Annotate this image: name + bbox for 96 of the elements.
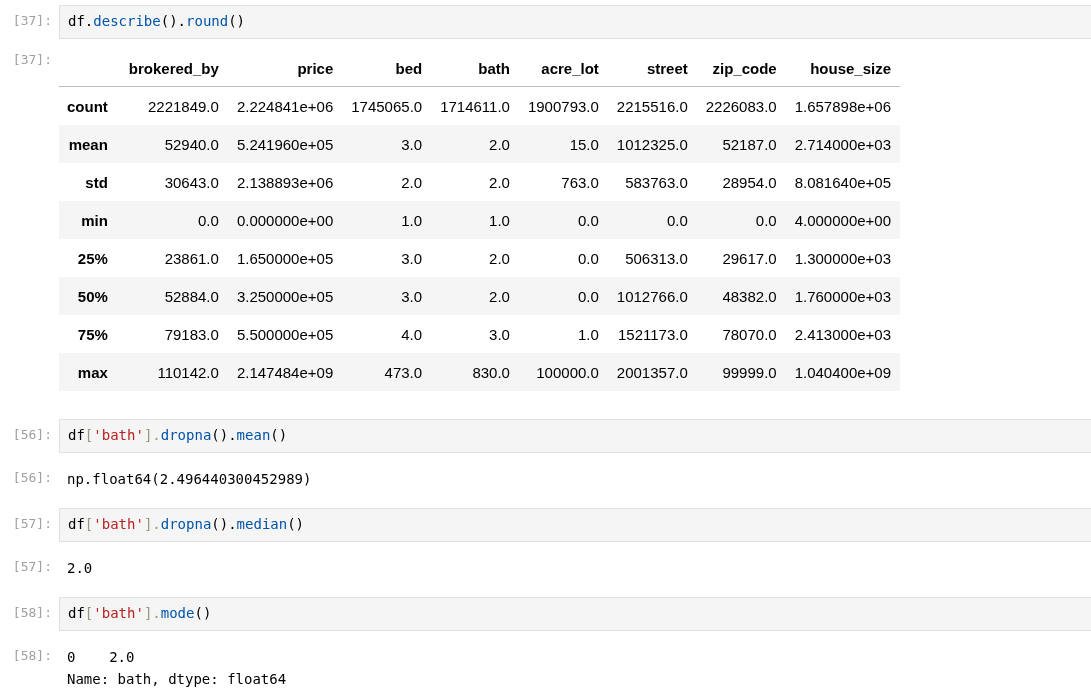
table-cell: 3.250000e+05 (227, 277, 343, 315)
table-cell: 0.0 (518, 201, 608, 239)
table-cell: 2.0 (431, 277, 519, 315)
table-cell: 52187.0 (696, 125, 786, 163)
code-input[interactable]: df['bath'].dropna().median() (59, 508, 1091, 542)
cell-prompt: [37]: (11, 51, 53, 67)
table-cell: 78070.0 (696, 315, 786, 353)
table-cell: 506313.0 (607, 239, 697, 277)
column-header: brokered_by (119, 50, 228, 87)
table-cell: 1.0 (518, 315, 608, 353)
table-cell: 52940.0 (119, 125, 228, 163)
row-label: mean (59, 125, 120, 163)
cell-prompt: [58]: (11, 647, 53, 663)
table-cell: 1.760000e+03 (785, 277, 900, 315)
table-cell: 1.0 (342, 201, 432, 239)
table-cell: 79183.0 (119, 315, 228, 353)
table-cell: 0.0 (607, 201, 697, 239)
row-label: max (59, 353, 120, 391)
cell-prompt: [57]: (11, 515, 53, 531)
table-cell: 3.0 (342, 277, 432, 315)
table-cell: 1.650000e+05 (227, 239, 343, 277)
table-cell: 2.413000e+03 (785, 315, 900, 353)
table-cell: 0.0 (518, 277, 608, 315)
table-cell: 1.300000e+03 (785, 239, 900, 277)
cell-prompt: [56]: (11, 469, 53, 485)
column-header: house_size (785, 50, 900, 87)
table-cell: 2.0 (431, 239, 519, 277)
table-cell: 3.0 (342, 239, 432, 277)
table-cell: 1.657898e+06 (785, 86, 900, 125)
column-header: bed (342, 50, 432, 87)
output-text: np.float64(2.496440300452989) (67, 470, 312, 489)
table-cell: 30643.0 (119, 163, 228, 201)
table-cell: 473.0 (342, 353, 432, 391)
table-cell: 28954.0 (696, 163, 786, 201)
table-cell: 4.0 (342, 315, 432, 353)
table-cell: 1745065.0 (342, 86, 432, 125)
cell-prompt: [57]: (11, 558, 53, 574)
table-cell: 3.0 (431, 315, 519, 353)
row-label: count (59, 86, 120, 125)
table-cell: 2.224841e+06 (227, 86, 343, 125)
cell-prompt: [58]: (11, 604, 53, 620)
table-cell: 100000.0 (518, 353, 608, 391)
table-cell: 5.500000e+05 (227, 315, 343, 353)
table-cell: 1.0 (431, 201, 519, 239)
table-cell: 23861.0 (119, 239, 228, 277)
table-cell: 2.0 (342, 163, 432, 201)
table-cell: 8.081640e+05 (785, 163, 900, 201)
column-header: acre_lot (518, 50, 608, 87)
table-cell: 3.0 (342, 125, 432, 163)
table-cell: 99999.0 (696, 353, 786, 391)
table-cell: 2221849.0 (119, 86, 228, 125)
table-cell: 52884.0 (119, 277, 228, 315)
table-cell: 0.0 (119, 201, 228, 239)
table-cell: 2.147484e+09 (227, 353, 343, 391)
output-text: 0 2.0 (67, 648, 136, 667)
table-cell: 1012325.0 (607, 125, 697, 163)
column-header: street (607, 50, 697, 87)
table-cell: 1900793.0 (518, 86, 608, 125)
code-input[interactable]: df['bath'].dropna().mean() (59, 419, 1091, 453)
table-cell: 15.0 (518, 125, 608, 163)
table-cell: 2.0 (431, 163, 519, 201)
table-cell: 830.0 (431, 353, 519, 391)
table-cell: 0.0 (518, 239, 608, 277)
row-label: 25% (59, 239, 120, 277)
column-header: bath (431, 50, 519, 87)
table-cell: 48382.0 (696, 277, 786, 315)
table-cell: 5.241960e+05 (227, 125, 343, 163)
table-cell: 2001357.0 (607, 353, 697, 391)
table-cell: 4.000000e+00 (785, 201, 900, 239)
table-cell: 2.138893e+06 (227, 163, 343, 201)
table-cell: 1012766.0 (607, 277, 697, 315)
row-label: 75% (59, 315, 120, 353)
table-cell: 2.0 (431, 125, 519, 163)
cell-prompt: [56]: (11, 426, 53, 442)
code-input[interactable]: df.describe().round() (59, 5, 1091, 39)
column-header: zip_code (696, 50, 786, 87)
row-label: min (59, 201, 120, 239)
table-cell: 1714611.0 (431, 86, 519, 125)
output-text: 2.0 (67, 559, 93, 578)
table-cell: 583763.0 (607, 163, 697, 201)
output-text: Name: bath, dtype: float64 (67, 670, 287, 689)
table-cell: 29617.0 (696, 239, 786, 277)
table-cell: 763.0 (518, 163, 608, 201)
table-cell: 2.714000e+03 (785, 125, 900, 163)
table-cell: 1.040400e+09 (785, 353, 900, 391)
table-cell: 1521173.0 (607, 315, 697, 353)
row-label: 50% (59, 277, 120, 315)
code-input[interactable]: df['bath'].mode() (59, 597, 1091, 631)
row-label: std (59, 163, 120, 201)
cell-prompt: [37]: (11, 12, 53, 28)
table-cell: 0.0 (696, 201, 786, 239)
table-cell: 110142.0 (119, 353, 228, 391)
table-cell: 0.000000e+00 (227, 201, 343, 239)
table-cell: 2215516.0 (607, 86, 697, 125)
column-header: price (227, 50, 343, 87)
table-cell: 2226083.0 (696, 86, 786, 125)
